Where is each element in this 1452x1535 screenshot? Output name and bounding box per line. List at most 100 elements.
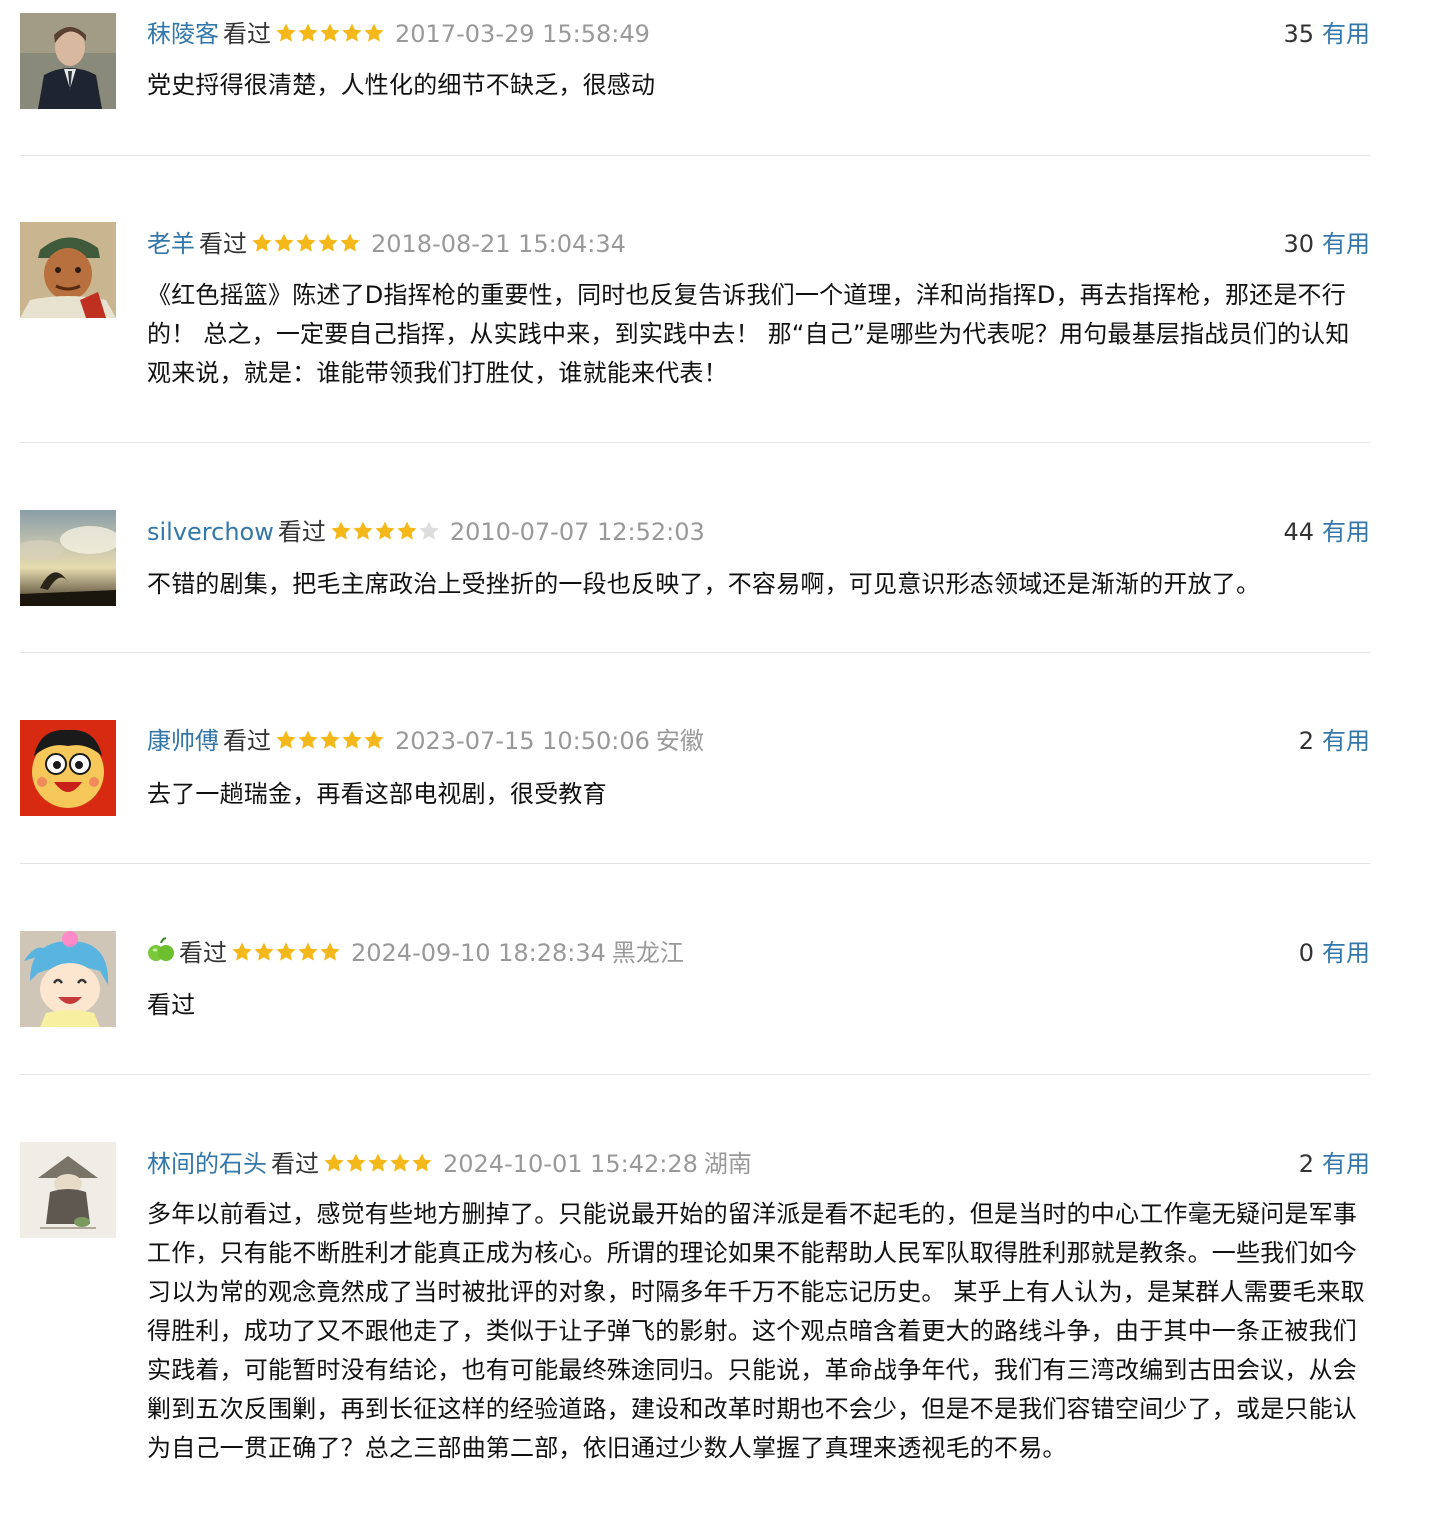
rating-stars [275,19,385,53]
vote-area: 35 有用 [1283,17,1370,51]
author-link[interactable]: 康帅傅 [147,727,219,755]
star-filled-icon [364,23,384,42]
comment-location: 安徽 [655,727,704,755]
star-filled-icon [232,942,252,961]
rating-stars [323,1149,433,1183]
vote-area: 2 有用 [1299,724,1370,758]
star-filled-icon [298,23,318,42]
comment-location: 黑龙江 [611,939,684,967]
vote-count: 44 [1283,518,1314,546]
star-filled-icon [342,730,362,749]
rating-stars [231,938,341,972]
comment-header: 老羊 看过 2018-08-21 15:04:34 30 有用 [147,227,1370,261]
cartoon-face-icon [20,720,116,816]
comment-time: 2023-07-15 10:50:06 [395,727,650,755]
comment-time: 2018-08-21 15:04:34 [371,230,626,258]
green-apple-icon[interactable] [147,937,175,965]
star-filled-icon [298,730,318,749]
star-filled-icon [324,1153,344,1172]
rating-stars [251,229,361,263]
author-link[interactable]: 林间的石头 [147,1150,267,1178]
useful-button[interactable]: 有用 [1322,230,1370,258]
comment-text: 多年以前看过，感觉有些地方删掉了。只能说最开始的留洋派是看不起毛的，但是当时的中… [147,1200,1365,1462]
star-filled-icon [368,1153,388,1172]
star-filled-icon [298,942,318,961]
avatar[interactable] [20,13,116,109]
comment-text: 不错的剧集，把毛主席政治上受挫折的一段也反映了，不容易啊，可见意识形态领域还是渐… [147,570,1261,598]
vote-count: 2 [1298,1150,1314,1178]
comment-text: 党史捋得很清楚，人性化的细节不缺乏，很感动 [147,71,656,99]
useful-button[interactable]: 有用 [1322,939,1370,967]
vote-count: 30 [1283,230,1314,258]
comment-text: 看过 [147,991,196,1019]
avatar[interactable] [20,222,116,318]
watch-status: 看过 [223,727,271,755]
watch-status: 看过 [223,20,271,48]
watch-status: 看过 [271,1150,319,1178]
useful-button[interactable]: 有用 [1322,20,1370,48]
star-filled-icon [276,730,296,749]
watch-status: 看过 [179,939,227,967]
comment-time: 2010-07-07 12:52:03 [449,518,705,546]
watch-status: 看过 [199,230,247,258]
star-filled-icon [318,233,338,252]
star-filled-icon [364,730,384,749]
rating-stars [330,517,440,551]
star-filled-icon [274,233,294,252]
vote-area: 44 有用 [1283,515,1370,549]
useful-button[interactable]: 有用 [1322,1150,1370,1178]
star-empty-icon [419,521,439,540]
vote-area: 0 有用 [1299,936,1370,970]
star-filled-icon [353,521,373,540]
star-filled-icon [320,23,340,42]
comment-item: silverchow 看过 2010-07-07 12:52:03 44 有用 不错的… [20,443,1370,653]
star-filled-icon [331,521,351,540]
comment-header: 秣陵客 看过 2017-03-29 15:58:49 35 有用 [147,17,1370,51]
comment-item: 秣陵客 看过 2017-03-29 15:58:49 35 有用 党史捋得很清楚，人性… [20,0,1370,156]
star-filled-icon [390,1153,410,1172]
comment-location: 湖南 [703,1150,752,1178]
avatar[interactable] [20,720,116,816]
comment-item: 老羊 看过 2018-08-21 15:04:34 30 有用 《红色摇篮》陈述了D指… [20,156,1370,443]
comment-header: 康帅傅 看过 2023-07-15 10:50:06 安徽 2 有用 [147,724,1370,758]
star-filled-icon [276,23,296,42]
star-filled-icon [412,1153,432,1172]
star-filled-icon [252,233,272,252]
watch-status: 看过 [277,518,326,546]
author-link[interactable]: silverchow [147,518,274,546]
star-filled-icon [320,730,340,749]
avatar[interactable] [20,1142,116,1238]
comment-time: 2024-09-10 18:28:34 [351,939,606,967]
ink-figure-icon [20,1142,116,1238]
user-portrait-icon [20,222,116,318]
landscape-image-icon [20,510,116,606]
star-filled-icon [346,1153,366,1172]
comment-item: 康帅傅 看过 2023-07-15 10:50:06 安徽 2 有用 去了一趟瑞金，再看… [20,653,1370,864]
star-filled-icon [320,942,340,961]
comment-time: 2017-03-29 15:58:49 [395,20,650,48]
vote-count: 35 [1283,20,1314,48]
comment-text: 去了一趟瑞金，再看这部电视剧，很受教育 [147,780,607,808]
comment-item: 林间的石头 看过 2024-10-01 15:42:28 湖南 2 有用 多年以前看过，… [20,1075,1370,1535]
comment-header: 看过 2024-09-10 18:28:34 黑龙江 0 有用 [147,936,1370,970]
anime-girl-icon [20,931,116,1027]
star-filled-icon [340,233,360,252]
user-portrait-icon [20,13,116,109]
useful-button[interactable]: 有用 [1322,727,1370,755]
comment-text: 《红色摇篮》陈述了D指挥枪的重要性，同时也反复告诉我们一个道理，洋和尚指挥D，再… [147,281,1350,387]
rating-stars [275,726,385,760]
comment-header: 林间的石头 看过 2024-10-01 15:42:28 湖南 2 有用 [147,1147,1370,1181]
useful-button[interactable]: 有用 [1322,518,1370,546]
avatar[interactable] [20,510,116,606]
star-filled-icon [276,942,296,961]
star-filled-icon [254,942,274,961]
avatar[interactable] [20,931,116,1027]
author-link[interactable]: 秣陵客 [147,20,219,48]
comment-header: silverchow 看过 2010-07-07 12:52:03 44 有用 [147,515,1370,549]
star-filled-icon [342,23,362,42]
star-filled-icon [296,233,316,252]
comment-item: 看过 2024-09-10 18:28:34 黑龙江 0 有用 看过 [20,864,1370,1075]
vote-area: 2 有用 [1299,1147,1370,1181]
vote-count: 2 [1298,727,1314,755]
author-link[interactable]: 老羊 [147,230,195,258]
